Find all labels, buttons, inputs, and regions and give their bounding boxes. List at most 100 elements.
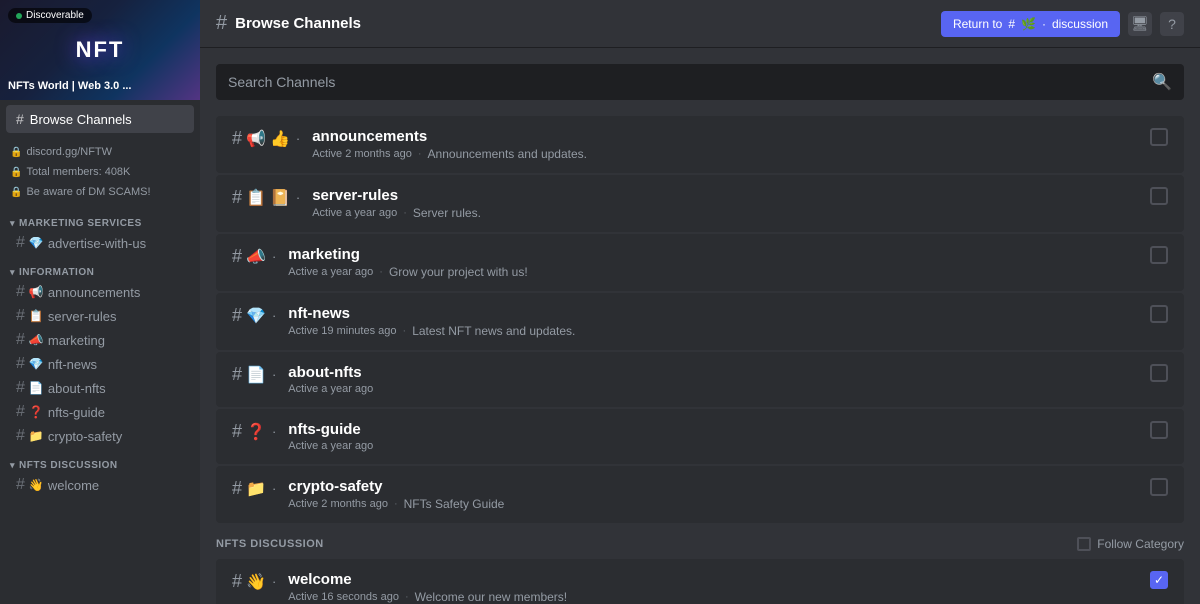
sidebar-channel-announcements[interactable]: # 📢 announcements [6,280,194,304]
channel-checkbox-announcements[interactable] [1150,128,1168,146]
channel-card-welcome[interactable]: # 👋 · welcome Active 16 seconds ago · We… [216,559,1184,604]
information-channels-list: # 📢 👍 · announcements Active 2 months ag… [216,116,1184,523]
sidebar-item-browse-channels[interactable]: # Browse Channels [6,105,194,133]
channel-icons-marketing: # 📣 · [232,246,278,267]
channel-card-nft-news[interactable]: # 💎 · nft-news Active 19 minutes ago · L… [216,293,1184,350]
discoverable-badge: Discoverable [8,8,92,23]
info-discord: 🔒 discord.gg/NFTW [0,142,200,162]
follow-checkbox[interactable] [1077,537,1091,551]
return-label: Return to [953,17,1002,31]
channel-info-nft-news: nft-news Active 19 minutes ago · Latest … [288,305,1140,338]
card-hash-icon: # [232,187,242,208]
info-scams-text: Be aware of DM SCAMS! [26,186,150,198]
chevron-icon: ▾ [10,218,15,229]
channel-checkbox-welcome[interactable]: ✓ [1150,571,1168,589]
channel-icons-nft-news: # 💎 · [232,305,278,326]
main-content: # Browse Channels Return to # 🌿 · discus… [200,0,1200,604]
channel-icons-server-rules: # 📋 📔 · [232,187,302,208]
return-to-discussion-button[interactable]: Return to # 🌿 · discussion [941,11,1120,37]
sidebar-info-section: 🔒 discord.gg/NFTW 🔒 Total members: 408K … [0,138,200,206]
browse-channels-content: 🔍 # 📢 👍 · announcements Active 2 months … [200,48,1200,604]
return-emoji: 🌿 [1021,17,1036,31]
channel-meta-announcements: Active 2 months ago · Announcements and … [312,147,1140,161]
channel-checkbox-nfts-guide[interactable] [1150,421,1168,439]
page-title: Browse Channels [235,15,361,32]
monitor-icon: 🖥 [1131,15,1149,32]
channel-meta-marketing: Active a year ago · Grow your project wi… [288,265,1140,279]
card-hash-icon: # [232,421,242,442]
card-hash-icon: # [232,305,242,326]
channel-meta-nfts-guide: Active a year ago [288,440,1140,452]
channel-card-server-rules[interactable]: # 📋 📔 · server-rules Active a year ago ·… [216,175,1184,232]
card-hash-icon: # [232,478,242,499]
card-hash-icon: # [232,246,242,267]
channel-card-marketing[interactable]: # 📣 · marketing Active a year ago · Grow… [216,234,1184,291]
hash-icon: # [16,427,25,445]
sidebar-channel-server-rules[interactable]: # 📋 server-rules [6,304,194,328]
channel-info-marketing: marketing Active a year ago · Grow your … [288,246,1140,279]
channel-name-announcements: announcements [312,128,1140,145]
sidebar-channel-nfts-guide[interactable]: # ❓ nfts-guide [6,400,194,424]
hash-icon: # [16,379,25,397]
lock-icon-3: 🔒 [10,187,22,198]
channel-icons-nfts-guide: # ❓ · [232,421,278,442]
sidebar-channel-crypto-safety[interactable]: # 📁 crypto-safety [6,424,194,448]
search-input[interactable] [228,74,1144,90]
server-header[interactable]: NFT Discoverable NFTs World | Web 3.0 ..… [0,0,200,100]
channel-card-about-nfts[interactable]: # 📄 · about-nfts Active a year ago [216,352,1184,407]
info-scams: 🔒 Be aware of DM SCAMS! [0,182,200,202]
help-icon-button[interactable]: ? [1160,12,1184,36]
channel-checkbox-crypto-safety[interactable] [1150,478,1168,496]
channel-checkbox-about-nfts[interactable] [1150,364,1168,382]
sidebar-channel-marketing[interactable]: # 📣 marketing [6,328,194,352]
topbar: # Browse Channels Return to # 🌿 · discus… [200,0,1200,48]
nfts-discussion-label: NFTS DISCUSSION [216,538,324,550]
channel-card-nfts-guide[interactable]: # ❓ · nfts-guide Active a year ago [216,409,1184,464]
channel-checkbox-server-rules[interactable] [1150,187,1168,205]
channel-meta-about-nfts: Active a year ago [288,383,1140,395]
sidebar-channel-about-nfts[interactable]: # 📄 about-nfts [6,376,194,400]
channel-card-announcements[interactable]: # 📢 👍 · announcements Active 2 months ag… [216,116,1184,173]
channel-meta-crypto-safety: Active 2 months ago · NFTs Safety Guide [288,497,1140,511]
nfts-discussion-category-header: NFTS DISCUSSION Follow Category [216,525,1184,559]
search-bar: 🔍 [216,64,1184,100]
info-discord-text: discord.gg/NFTW [26,146,112,158]
info-members: 🔒 Total members: 408K [0,162,200,182]
channel-info-about-nfts: about-nfts Active a year ago [288,364,1140,395]
channel-meta-server-rules: Active a year ago · Server rules. [312,206,1140,220]
sidebar-channel-advertise-with-us[interactable]: # 💎 advertise-with-us [6,231,194,255]
sidebar-channel-nft-news[interactable]: # 💎 nft-news [6,352,194,376]
chevron-icon: ▾ [10,267,15,278]
return-channel: discussion [1052,17,1108,31]
sidebar-channel-welcome[interactable]: # 👋 welcome [6,473,194,497]
channel-name-crypto-safety: crypto-safety [288,478,1140,495]
channel-icons-about-nfts: # 📄 · [232,364,278,385]
hash-icon: # [16,283,25,301]
channel-meta-welcome: Active 16 seconds ago · Welcome our new … [288,590,1140,604]
sidebar: NFT Discoverable NFTs World | Web 3.0 ..… [0,0,200,604]
sidebar-navigation: # Browse Channels [0,100,200,138]
card-hash-icon: # [232,571,242,592]
monitor-icon-button[interactable]: 🖥 [1128,12,1152,36]
channel-checkbox-nft-news[interactable] [1150,305,1168,323]
browse-channels-label: Browse Channels [30,112,132,127]
follow-category-button[interactable]: Follow Category [1077,537,1184,551]
channel-icons-announcements: # 📢 👍 · [232,128,302,149]
category-marketing-services[interactable]: ▾ MARKETING SERVICES [0,206,200,231]
category-information[interactable]: ▾ INFORMATION [0,255,200,280]
channel-checkbox-marketing[interactable] [1150,246,1168,264]
category-nfts-discussion[interactable]: ▾ NFTS DISCUSSION [0,448,200,473]
server-title: NFTs World | Web 3.0 ... [8,80,192,92]
channel-name-nfts-guide: nfts-guide [288,421,1140,438]
hash-icon: # [16,234,25,252]
topbar-left: # Browse Channels [216,12,361,35]
channel-card-crypto-safety[interactable]: # 📁 · crypto-safety Active 2 months ago … [216,466,1184,523]
hash-icon: # [16,111,24,127]
channel-info-welcome: welcome Active 16 seconds ago · Welcome … [288,571,1140,604]
return-hash-icon: # [1008,17,1015,31]
channel-info-announcements: announcements Active 2 months ago · Anno… [312,128,1140,161]
channel-icons-welcome: # 👋 · [232,571,278,592]
channel-name-welcome: welcome [288,571,1140,588]
channel-info-crypto-safety: crypto-safety Active 2 months ago · NFTs… [288,478,1140,511]
nft-logo: NFT [76,37,125,63]
